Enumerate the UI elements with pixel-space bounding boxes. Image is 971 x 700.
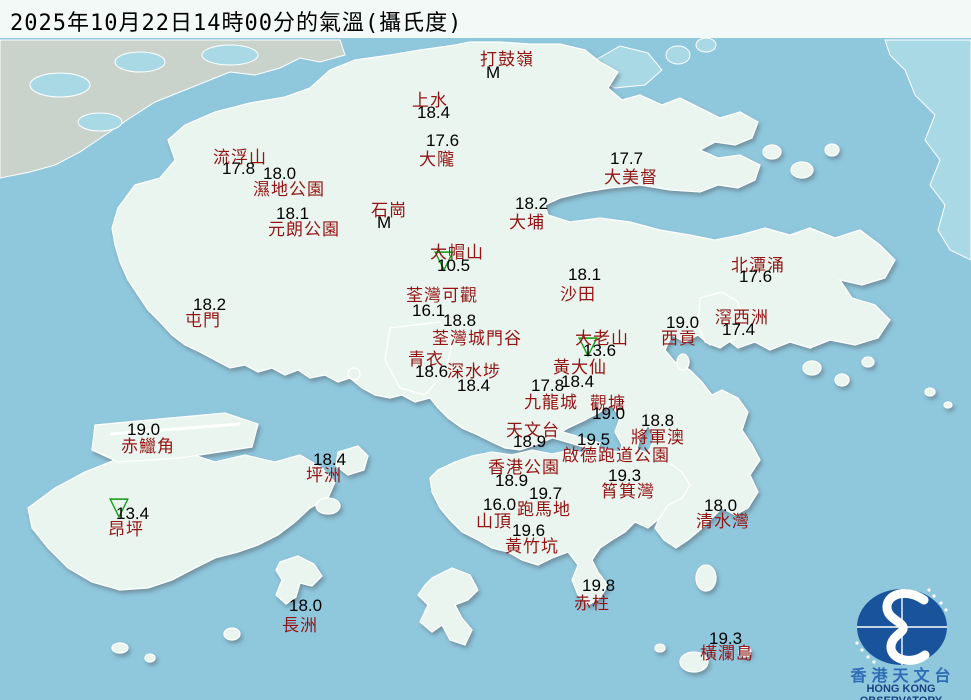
station-value: 18.8 [443, 311, 476, 331]
station-value: 18.4 [561, 372, 594, 392]
station-value: 19.3 [608, 466, 641, 486]
station-value: 17.7 [610, 149, 643, 169]
station-value: 17.6 [739, 267, 772, 287]
station-value: 19.8 [582, 576, 615, 596]
station-value: M [377, 213, 391, 233]
station-value: 18.4 [417, 103, 450, 123]
station-value: 19.5 [577, 430, 610, 450]
station-value: 19.0 [127, 420, 160, 440]
station-value: 18.9 [513, 432, 546, 452]
station-value: 18.9 [495, 471, 528, 491]
station-value: 18.6 [415, 362, 448, 382]
map-title: 2025年10月22日14時00分的氣溫(攝氏度) [0, 0, 971, 38]
station-value: 18.4 [313, 450, 346, 470]
hko-logo-english-text: HONG KONG OBSERVATORY [826, 683, 971, 700]
station-value: 18.0 [263, 164, 296, 184]
station-value: 13.6 [583, 341, 616, 361]
station-value: 19.0 [666, 313, 699, 333]
station-value: 19.6 [512, 521, 545, 541]
station-value: 17.6 [426, 131, 459, 151]
station-value: 13.4 [116, 504, 149, 524]
station-value: 18.2 [193, 295, 226, 315]
station-value: 18.0 [704, 496, 737, 516]
station-value: 18.1 [568, 265, 601, 285]
station-value: 17.4 [722, 320, 755, 340]
station-value: 19.7 [529, 484, 562, 504]
station-value: 18.4 [457, 376, 490, 396]
station-value: 17.8 [531, 376, 564, 396]
station-value: 18.1 [276, 204, 309, 224]
station-value: 19.0 [592, 404, 625, 424]
station-value: M [486, 63, 500, 83]
temperature-map-page: 2025年10月22日14時00分的氣溫(攝氏度) M打鼓嶺18.4上水17.6… [0, 0, 971, 700]
stations-layer: M打鼓嶺18.4上水17.6大隴17.8流浮山17.7大美督18.0濕地公園18… [0, 0, 971, 700]
station-value: 18.2 [515, 194, 548, 214]
station-value: 16.1 [412, 301, 445, 321]
station-value: 10.5 [437, 256, 470, 276]
station-value: 18.0 [289, 596, 322, 616]
station-value: 16.0 [483, 495, 516, 515]
station-value: 19.3 [709, 629, 742, 649]
station-value: 18.8 [641, 411, 674, 431]
station-value: 17.8 [222, 159, 255, 179]
